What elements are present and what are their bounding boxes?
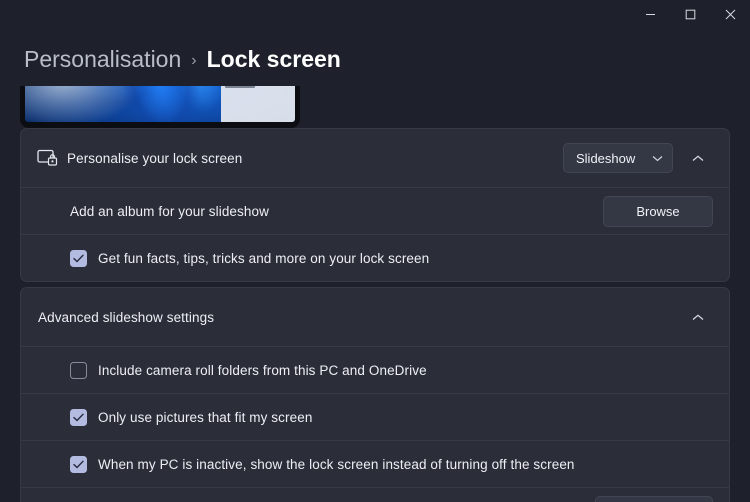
check-icon [73,460,84,469]
close-icon [725,9,736,20]
page-title: Lock screen [207,46,341,73]
minimize-icon [645,9,656,20]
check-icon [73,413,84,422]
chevron-up-icon [692,308,704,326]
title-bar [0,0,750,28]
advanced-slideshow-settings-label: Advanced slideshow settings [37,310,673,325]
maximize-icon [685,9,696,20]
preview-frame [20,86,300,128]
advanced-section-expander[interactable] [683,302,713,332]
maximize-button[interactable] [670,0,710,28]
fit-screen-row[interactable]: Only use pictures that fit my screen [21,393,729,440]
camera-roll-row[interactable]: Include camera roll folders from this PC… [21,346,729,393]
lock-screen-type-value: Slideshow [576,151,635,166]
fit-screen-label: Only use pictures that fit my screen [98,410,312,425]
lock-screen-icon [37,149,67,168]
advanced-slideshow-settings-card: Advanced slideshow settings Include came… [20,287,730,502]
breadcrumb-separator-icon: › [191,52,196,70]
close-button[interactable] [710,0,750,28]
inactive-lock-screen-label: When my PC is inactive, show the lock sc… [98,457,575,472]
inactive-lock-screen-row[interactable]: When my PC is inactive, show the lock sc… [21,440,729,487]
personalise-lock-screen-row[interactable]: Personalise your lock screen Slideshow [21,129,729,187]
personalise-lock-screen-card: Personalise your lock screen Slideshow A… [20,128,730,282]
camera-roll-label: Include camera roll folders from this PC… [98,363,427,378]
fun-facts-checkbox[interactable] [70,250,87,267]
browse-button-label: Browse [636,204,679,219]
check-icon [73,254,84,263]
add-album-label: Add an album for your slideshow [37,204,603,219]
add-album-row: Add an album for your slideshow Browse [21,187,729,234]
breadcrumb-parent-link[interactable]: Personalisation [24,46,181,73]
settings-content: Personalise your lock screen Slideshow A… [0,128,750,502]
preview-context-menu [221,86,295,122]
personalise-section-expander[interactable] [683,143,713,173]
fit-screen-checkbox[interactable] [70,409,87,426]
lock-screen-preview [20,86,300,128]
chevron-down-icon [652,155,663,162]
advanced-slideshow-settings-row[interactable]: Advanced slideshow settings [21,288,729,346]
preview-wallpaper [25,86,295,122]
breadcrumb: Personalisation › Lock screen [0,28,750,78]
browse-button[interactable]: Browse [603,196,713,227]
turn-off-screen-dropdown[interactable]: Don't turn off [595,496,713,502]
personalise-lock-screen-label: Personalise your lock screen [67,151,563,166]
camera-roll-checkbox[interactable] [70,362,87,379]
fun-facts-row[interactable]: Get fun facts, tips, tricks and more on … [21,234,729,281]
minimize-button[interactable] [630,0,670,28]
turn-off-screen-row: Turn off the screen after the slideshow … [21,487,729,502]
chevron-up-icon [692,149,704,167]
lock-screen-type-dropdown[interactable]: Slideshow [563,143,673,173]
inactive-lock-screen-checkbox[interactable] [70,456,87,473]
fun-facts-label: Get fun facts, tips, tricks and more on … [98,251,429,266]
